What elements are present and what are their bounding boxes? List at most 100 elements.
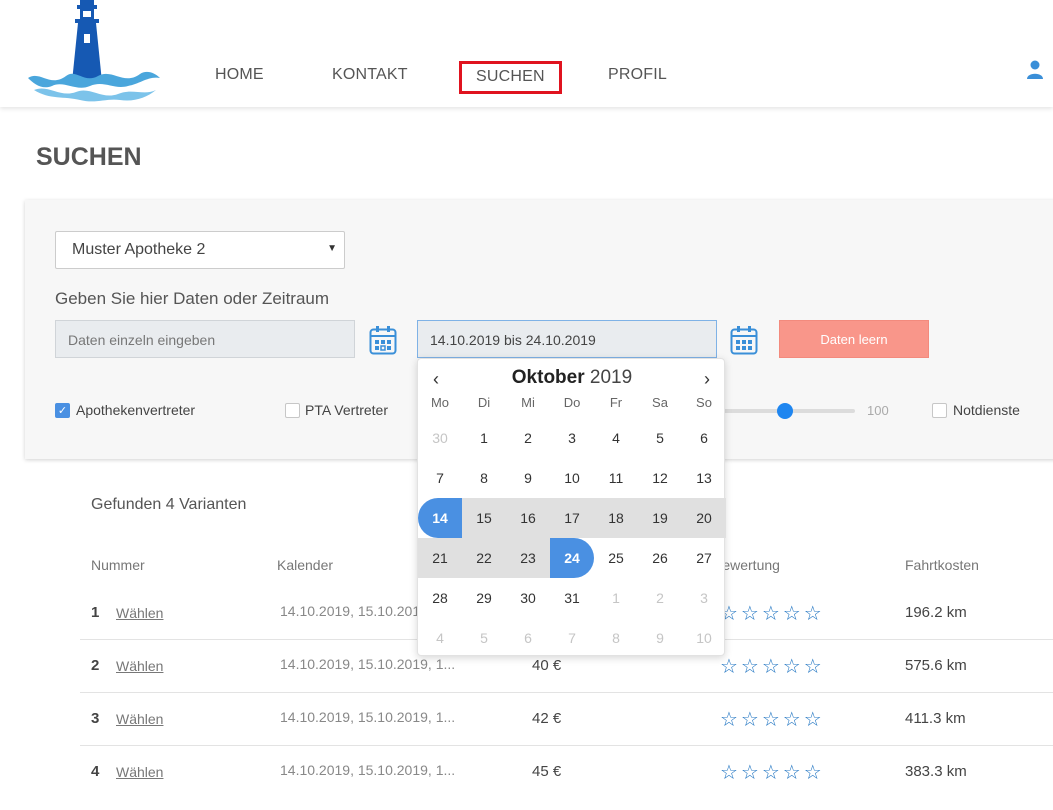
- calendar-day[interactable]: 8: [594, 618, 638, 658]
- nav-home[interactable]: HOME: [215, 66, 264, 84]
- nav-profil[interactable]: PROFIL: [608, 66, 667, 84]
- user-icon[interactable]: [1026, 60, 1044, 80]
- calendar-day[interactable]: 6: [506, 618, 550, 658]
- next-month-icon[interactable]: ›: [697, 369, 717, 390]
- calendar-day[interactable]: 13: [682, 458, 726, 498]
- weekday-label: Mo: [430, 395, 450, 410]
- rating-stars[interactable]: ☆☆☆☆☆: [720, 601, 825, 626]
- calendar-day[interactable]: 30: [506, 578, 550, 618]
- calendar-day[interactable]: 10: [550, 458, 594, 498]
- calendar-day[interactable]: 7: [418, 458, 462, 498]
- calendar-day[interactable]: 1: [462, 418, 506, 458]
- calendar-day[interactable]: 25: [594, 538, 638, 578]
- nav-kontakt[interactable]: KONTAKT: [332, 66, 408, 84]
- row-calendar: 14.10.2019, 15.10.2019, 1...: [280, 709, 456, 725]
- header-fahrtkosten: Fahrtkosten: [905, 557, 979, 573]
- select-link[interactable]: Wählen: [116, 605, 163, 621]
- page-title: SUCHEN: [36, 143, 142, 171]
- picker-month-year: Oktober 2019: [418, 367, 726, 389]
- calendar-day[interactable]: 5: [462, 618, 506, 658]
- calendar-range-icon[interactable]: [730, 325, 758, 355]
- distance-slider-thumb[interactable]: [777, 403, 793, 419]
- notdienste-label: Notdienste: [953, 402, 1020, 418]
- nav-suchen[interactable]: SUCHEN: [459, 61, 562, 94]
- row-calendar: 14.10.2019, 15.10.2019, 1...: [280, 656, 456, 672]
- calendar-day[interactable]: 17: [550, 498, 594, 538]
- weekday-label: Fr: [609, 395, 623, 410]
- rating-stars[interactable]: ☆☆☆☆☆: [720, 707, 825, 732]
- calendar-day[interactable]: 23: [506, 538, 550, 578]
- calendar-day[interactable]: 11: [594, 458, 638, 498]
- calendar-day[interactable]: 9: [506, 458, 550, 498]
- calendar-day[interactable]: 24: [550, 538, 594, 578]
- row-price: 42 €: [532, 710, 562, 727]
- weekday-label: So: [696, 395, 712, 410]
- calendar-day[interactable]: 8: [462, 458, 506, 498]
- apothekenvertreter-checkbox[interactable]: ✓: [55, 403, 70, 418]
- calendar-day[interactable]: 19: [638, 498, 682, 538]
- calendar-day[interactable]: 2: [638, 578, 682, 618]
- rating-stars[interactable]: ☆☆☆☆☆: [720, 654, 825, 679]
- select-link[interactable]: Wählen: [116, 711, 163, 727]
- clear-dates-button[interactable]: Daten leern: [779, 320, 929, 358]
- calendar-day[interactable]: 28: [418, 578, 462, 618]
- row-distance: 575.6 km: [905, 657, 967, 674]
- date-range-input[interactable]: 14.10.2019 bis 24.10.2019: [417, 320, 717, 358]
- calendar-day[interactable]: 10: [682, 618, 726, 658]
- calendar-icon[interactable]: [369, 325, 397, 355]
- header-kalender: Kalender: [277, 557, 334, 573]
- calendar-day[interactable]: 22: [462, 538, 506, 578]
- calendar-day[interactable]: 27: [682, 538, 726, 578]
- calendar-day[interactable]: 15: [462, 498, 506, 538]
- single-dates-input[interactable]: Daten einzeln eingeben: [55, 320, 355, 358]
- distance-slider-max: 100: [867, 403, 889, 418]
- row-number: 4: [91, 763, 100, 780]
- calendar-day[interactable]: 1: [594, 578, 638, 618]
- calendar-day[interactable]: 3: [682, 578, 726, 618]
- row-number: 2: [91, 657, 100, 674]
- picker-year: 2019: [589, 367, 633, 388]
- weekday-label: Di: [477, 395, 491, 410]
- pta-checkbox[interactable]: [285, 403, 300, 418]
- pharmacy-select[interactable]: Muster Apotheke 2 ▼: [55, 231, 345, 269]
- calendar-day[interactable]: 29: [462, 578, 506, 618]
- calendar-day[interactable]: 20: [682, 498, 726, 538]
- calendar-day[interactable]: 5: [638, 418, 682, 458]
- row-number: 1: [91, 604, 100, 621]
- calendar-day[interactable]: 4: [418, 618, 462, 658]
- results-count: Gefunden 4 Varianten: [91, 496, 247, 513]
- caret-down-icon: ▼: [327, 243, 337, 254]
- pharmacy-select-value: Muster Apotheke 2: [72, 241, 206, 258]
- select-link[interactable]: Wählen: [116, 658, 163, 674]
- weekday-label: Mi: [521, 395, 535, 410]
- row-number: 3: [91, 710, 100, 727]
- calendar-day[interactable]: 6: [682, 418, 726, 458]
- row-distance: 196.2 km: [905, 604, 967, 621]
- select-link[interactable]: Wählen: [116, 764, 163, 780]
- calendar-day[interactable]: 31: [550, 578, 594, 618]
- calendar-day[interactable]: 9: [638, 618, 682, 658]
- calendar-day[interactable]: 14: [418, 498, 462, 538]
- header-nummer: Nummer: [91, 557, 145, 573]
- calendar-day[interactable]: 18: [594, 498, 638, 538]
- row-price: 40 €: [532, 657, 562, 674]
- rating-stars[interactable]: ☆☆☆☆☆: [720, 760, 825, 785]
- lighthouse-logo[interactable]: [28, 0, 160, 104]
- calendar-day[interactable]: 30: [418, 418, 462, 458]
- calendar-day[interactable]: 12: [638, 458, 682, 498]
- row-price: 45 €: [532, 763, 562, 780]
- date-range-picker: ‹ Oktober 2019 › Mo Di Mi Do Fr Sa So 30 1 2 3 4 5 6…: [417, 358, 726, 658]
- calendar-day[interactable]: 2: [506, 418, 550, 458]
- apothekenvertreter-label: Apothekenvertreter: [76, 402, 196, 418]
- notdienste-checkbox[interactable]: [932, 403, 947, 418]
- calendar-day[interactable]: 26: [638, 538, 682, 578]
- picker-month: Oktober: [511, 367, 585, 388]
- calendar-day[interactable]: 16: [506, 498, 550, 538]
- pta-label: PTA Vertreter: [305, 402, 388, 418]
- calendar-day[interactable]: 3: [550, 418, 594, 458]
- row-calendar: 14.10.2019, 15.10.2019, 1...: [280, 762, 456, 778]
- calendar-day[interactable]: 7: [550, 618, 594, 658]
- calendar-day[interactable]: 4: [594, 418, 638, 458]
- weekday-label: Sa: [652, 395, 668, 410]
- calendar-day[interactable]: 21: [418, 538, 462, 578]
